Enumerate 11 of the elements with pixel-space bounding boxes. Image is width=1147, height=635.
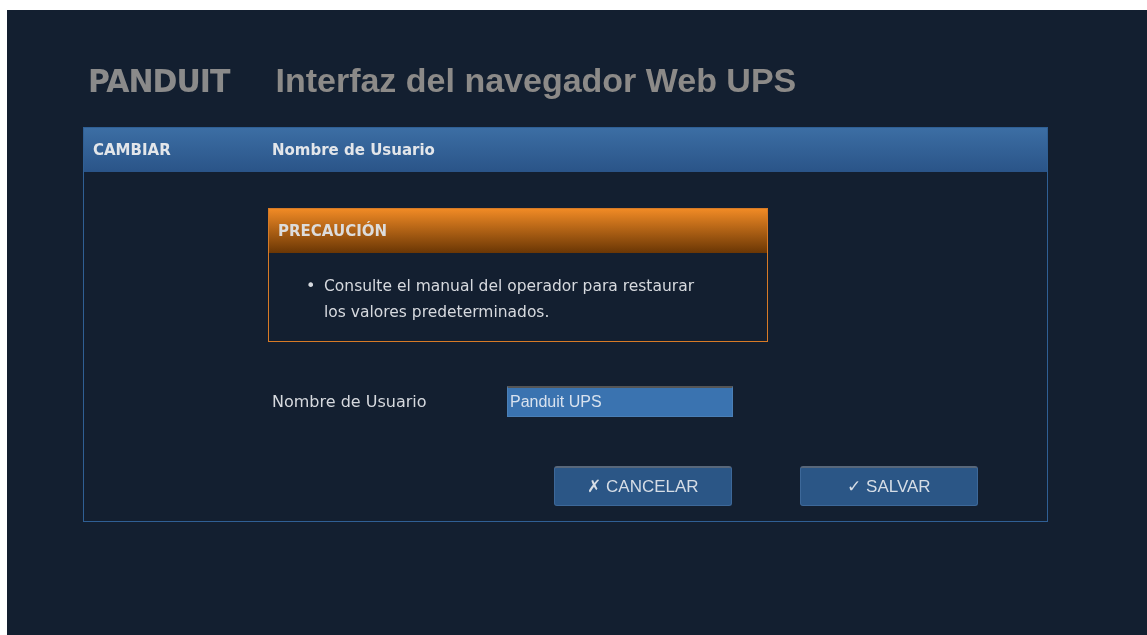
section-label: CAMBIAR [93,141,172,159]
logo: PANDUIT [88,61,230,99]
caution-text: Consulte el manual del operador para restaurar los valores predeterminados. [324,276,694,323]
cancel-button[interactable]: ✗ CANCELAR [554,466,732,506]
bullet: • [306,275,317,297]
save-button[interactable]: ✓ SALVAR [800,466,978,506]
caution-title: PRECAUCIÓN [278,222,388,240]
field-label: Nombre de Usuario [272,392,428,411]
page-title: Interfaz del navegador Web UPS [275,60,797,100]
panel-heading: Nombre de Usuario [272,141,435,159]
username-field[interactable]: Panduit UPS [507,386,733,417]
